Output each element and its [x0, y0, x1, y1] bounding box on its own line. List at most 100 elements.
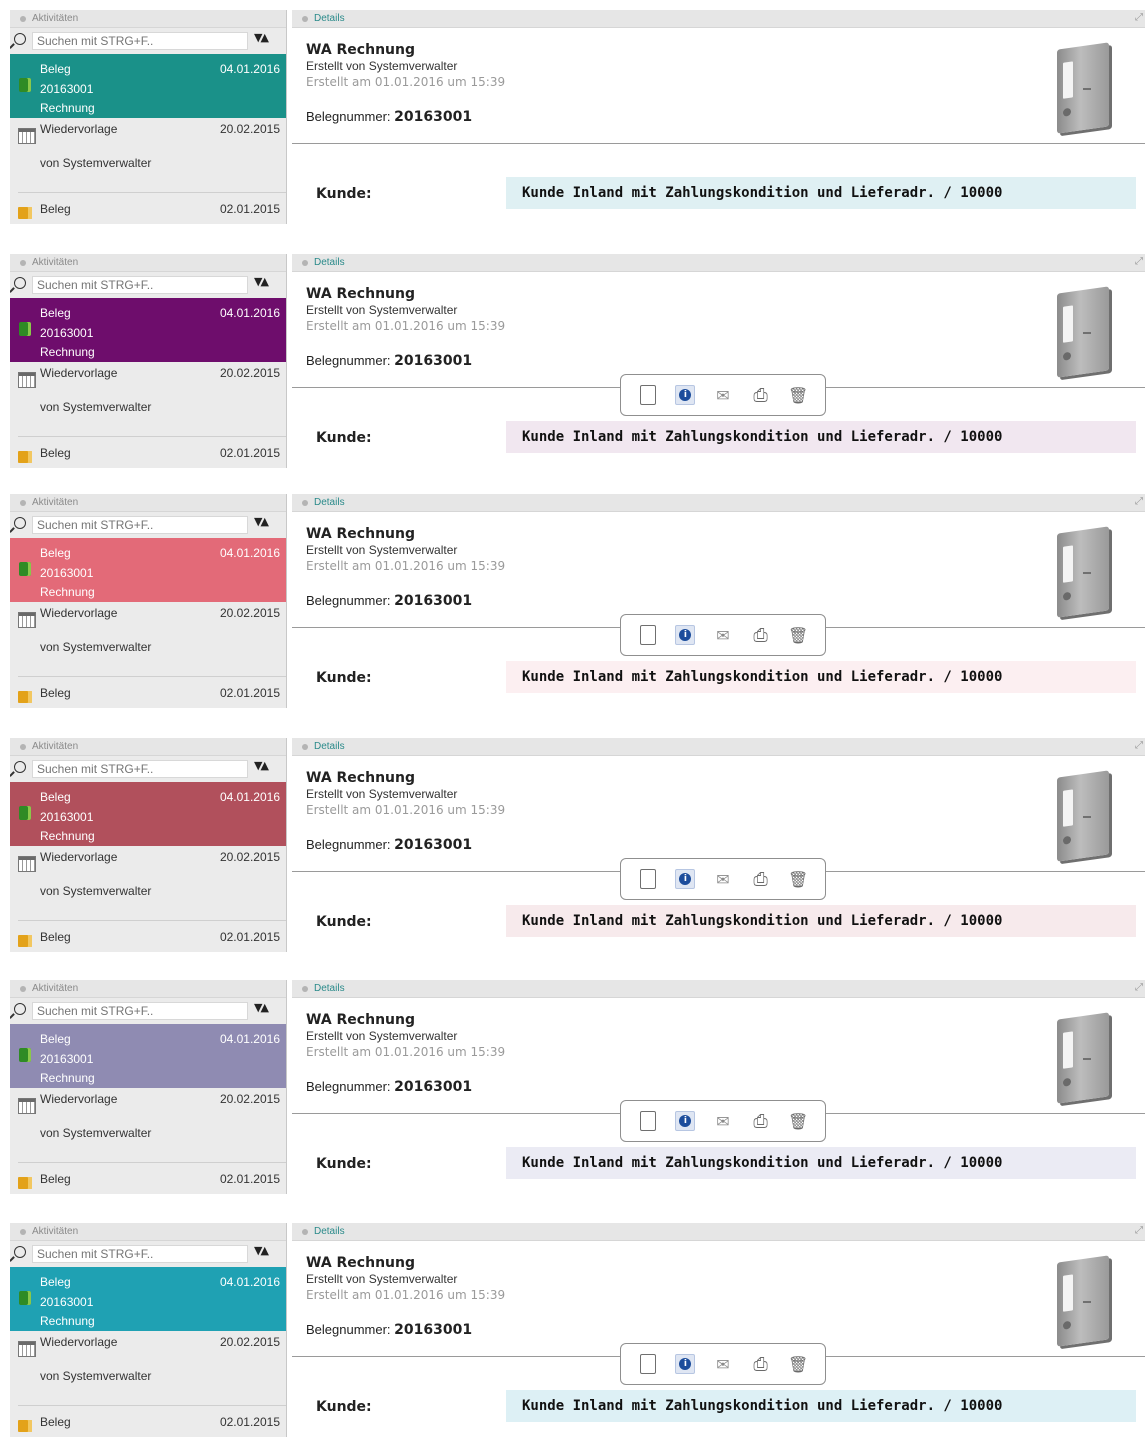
action-toolbar: i ✉ ⎙ 🗑 — [620, 614, 826, 656]
list-divider — [18, 920, 286, 921]
page-button[interactable] — [637, 624, 659, 646]
expand-icon[interactable]: ⤢ — [1135, 496, 1143, 507]
activity-item-selected[interactable]: Beleg 04.01.2016 20163001 Rechnung — [10, 1024, 286, 1088]
folder-icon — [18, 451, 32, 463]
page-button[interactable] — [637, 384, 659, 406]
page-button[interactable] — [637, 1110, 659, 1132]
activity-item-wiedervorlage[interactable]: Wiedervorlage 20.02.2015 von Systemverwa… — [10, 850, 286, 898]
activities-title: Aktivitäten — [32, 13, 79, 24]
delete-button[interactable]: 🗑 — [787, 868, 809, 890]
kunde-value[interactable]: Kunde Inland mit Zahlungskondition und L… — [506, 177, 1136, 209]
beleg-label[interactable]: Beleg — [40, 446, 71, 460]
activity-item-selected[interactable]: Beleg 04.01.2016 20163001 Rechnung — [10, 538, 286, 602]
search-input[interactable] — [32, 760, 248, 778]
print-button[interactable]: ⎙ — [750, 384, 772, 406]
delete-button[interactable]: 🗑 — [787, 1353, 809, 1375]
mail-icon: ✉ — [716, 869, 730, 889]
expand-icon[interactable]: ⤢ — [1135, 740, 1143, 751]
details-panel: Details ⤢ WA Rechnung Erstellt von Syste… — [292, 980, 1145, 1194]
delete-button[interactable]: 🗑 — [787, 624, 809, 646]
search-row: ▼▲ — [10, 1241, 286, 1268]
search-input[interactable] — [32, 1002, 248, 1020]
expand-icon[interactable]: ⤢ — [1135, 1225, 1143, 1236]
activities-panel: Aktivitäten ▼▲ Beleg 04.01.2016 20163001… — [10, 980, 287, 1194]
sort-toggle-icon[interactable]: ▼▲ — [254, 31, 269, 44]
section-divider — [292, 143, 1145, 144]
search-input[interactable] — [32, 1245, 248, 1263]
print-button[interactable]: ⎙ — [750, 1353, 772, 1375]
print-button[interactable]: ⎙ — [750, 1110, 772, 1132]
details-header: Details — [292, 10, 1145, 28]
mail-icon: ✉ — [716, 385, 730, 405]
print-button[interactable]: ⎙ — [750, 624, 772, 646]
activity-item-wiedervorlage[interactable]: Wiedervorlage 20.02.2015 von Systemverwa… — [10, 1092, 286, 1140]
info-button[interactable]: i — [674, 384, 696, 406]
kunde-value[interactable]: Kunde Inland mit Zahlungskondition und L… — [506, 661, 1136, 693]
mail-button[interactable]: ✉ — [712, 624, 734, 646]
activity-item-wiedervorlage[interactable]: Wiedervorlage 20.02.2015 von Systemverwa… — [10, 122, 286, 170]
sort-toggle-icon[interactable]: ▼▲ — [254, 275, 269, 288]
search-input[interactable] — [32, 516, 248, 534]
details-header: Details — [292, 738, 1145, 756]
sort-toggle-icon[interactable]: ▼▲ — [254, 1244, 269, 1257]
folder-icon — [18, 935, 32, 947]
expand-icon[interactable]: ⤢ — [1135, 12, 1143, 23]
belegnummer-label: Belegnummer: — [306, 1322, 395, 1337]
page-button[interactable] — [637, 868, 659, 890]
activities-panel: Aktivitäten ▼▲ Beleg 04.01.2016 20163001… — [10, 254, 287, 468]
search-input[interactable] — [32, 32, 248, 50]
list-divider — [18, 436, 286, 437]
info-button[interactable]: i — [674, 1110, 696, 1132]
mail-button[interactable]: ✉ — [712, 1110, 734, 1132]
sort-toggle-icon[interactable]: ▼▲ — [254, 759, 269, 772]
panel-dot-icon — [20, 499, 26, 506]
beleg-label[interactable]: Beleg — [40, 930, 71, 944]
mail-button[interactable]: ✉ — [712, 384, 734, 406]
mail-button[interactable]: ✉ — [712, 868, 734, 890]
activity-number: 20163001 — [40, 566, 94, 580]
search-input[interactable] — [32, 276, 248, 294]
kunde-value[interactable]: Kunde Inland mit Zahlungskondition und L… — [506, 421, 1136, 453]
kunde-value[interactable]: Kunde Inland mit Zahlungskondition und L… — [506, 1390, 1136, 1422]
activity-item-wiedervorlage[interactable]: Wiedervorlage 20.02.2015 von Systemverwa… — [10, 366, 286, 414]
info-button[interactable]: i — [674, 624, 696, 646]
delete-button[interactable]: 🗑 — [787, 384, 809, 406]
sort-toggle-icon[interactable]: ▼▲ — [254, 1001, 269, 1014]
created-at: Erstellt am 01.01.2016 um 15:39 — [306, 319, 506, 333]
beleg-date: 02.01.2015 — [219, 686, 280, 700]
document-title: WA Rechnung — [306, 42, 415, 58]
activity-item-selected[interactable]: Beleg 04.01.2016 20163001 Rechnung — [10, 298, 286, 362]
activity-item-wiedervorlage[interactable]: Wiedervorlage 20.02.2015 von Systemverwa… — [10, 606, 286, 654]
mail-icon: ✉ — [716, 1111, 730, 1131]
print-button[interactable]: ⎙ — [750, 868, 772, 890]
activity-kind: Rechnung — [40, 1071, 95, 1085]
page-icon — [639, 1354, 656, 1374]
activity-item-wiedervorlage[interactable]: Wiedervorlage 20.02.2015 von Systemverwa… — [10, 1335, 286, 1383]
beleg-label[interactable]: Beleg — [40, 1172, 71, 1186]
belegnummer-value: 20163001 — [394, 593, 473, 609]
sort-toggle-icon[interactable]: ▼▲ — [254, 515, 269, 528]
mail-button[interactable]: ✉ — [712, 1353, 734, 1375]
beleg-date: 02.01.2015 — [219, 930, 280, 944]
kunde-value[interactable]: Kunde Inland mit Zahlungskondition und L… — [506, 905, 1136, 937]
info-button[interactable]: i — [674, 1353, 696, 1375]
expand-icon[interactable]: ⤢ — [1135, 256, 1143, 267]
panel-dot-icon — [20, 985, 26, 992]
activity-item-selected[interactable]: Beleg 04.01.2016 20163001 Rechnung — [10, 782, 286, 846]
activity-item-selected[interactable]: Beleg 04.01.2016 20163001 Rechnung — [10, 54, 286, 118]
beleg-label[interactable]: Beleg — [40, 202, 71, 216]
binder-label-icon — [1083, 816, 1091, 818]
page-button[interactable] — [637, 1353, 659, 1375]
info-button[interactable]: i — [674, 868, 696, 890]
activity-number: 20163001 — [40, 326, 94, 340]
kunde-value[interactable]: Kunde Inland mit Zahlungskondition und L… — [506, 1147, 1136, 1179]
activity-item-selected[interactable]: Beleg 04.01.2016 20163001 Rechnung — [10, 1267, 286, 1331]
beleg-label[interactable]: Beleg — [40, 686, 71, 700]
created-by: Erstellt von Systemverwalter — [306, 1272, 458, 1286]
wiedervorlage-author: von Systemverwalter — [40, 884, 152, 898]
list-divider — [18, 676, 286, 677]
folder-icon — [18, 1420, 32, 1432]
delete-button[interactable]: 🗑 — [787, 1110, 809, 1132]
activity-number: 20163001 — [40, 82, 94, 96]
expand-icon[interactable]: ⤢ — [1135, 982, 1143, 993]
